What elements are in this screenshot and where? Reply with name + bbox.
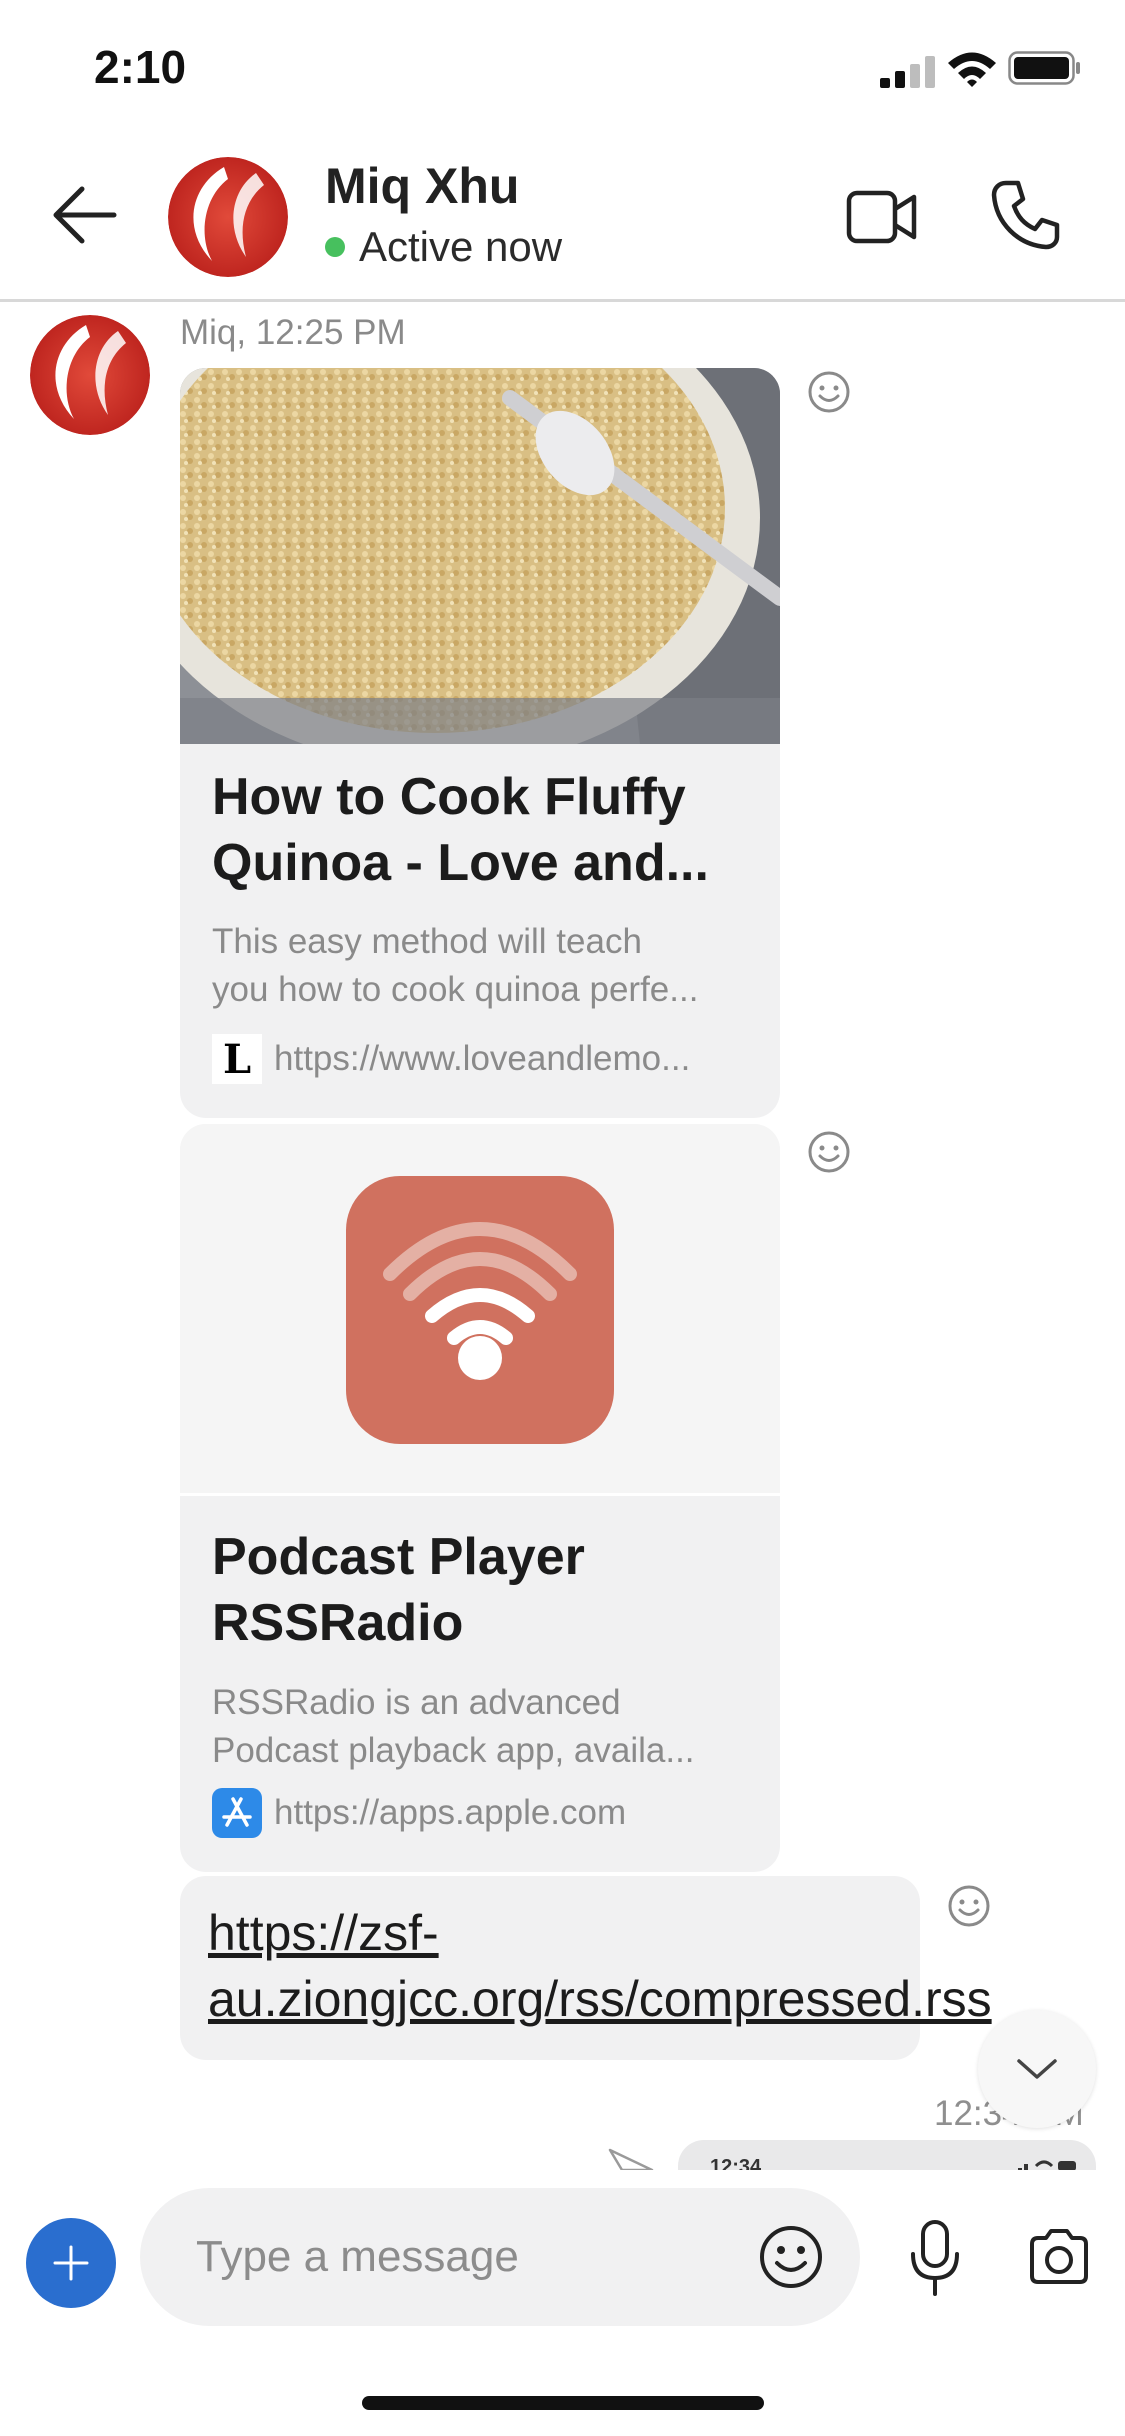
emoji-react-icon[interactable] [806,1129,852,1175]
presence-dot-icon [325,237,345,257]
status-bar: 2:10 [0,0,1125,135]
link-preview-card-quinoa[interactable]: How to Cook Fluffy Quinoa - Love and... … [180,368,780,1118]
card-url-text: https://www.loveandlemo... [274,1039,691,1078]
message-link[interactable]: https://zsf-au.ziongjcc.org/rss/compress… [208,1900,992,2032]
chevron-down-icon [1017,2059,1057,2079]
presence-label: Active now [359,223,563,270]
presence-status: Active now [325,223,562,271]
card-url-text: https://apps.apple.com [274,1793,627,1832]
avatar-logo-icon [168,157,288,277]
card-title: How to Cook Fluffy Quinoa - Love and... [212,768,709,892]
chat-header: Miq Xhu Active now [0,135,1125,302]
preview-image-app [180,1124,780,1496]
preview-image-quinoa [180,368,780,744]
contact-name: Miq Xhu [325,158,520,214]
sent-icon [608,2148,654,2172]
phone-icon[interactable] [990,179,1060,251]
sender-avatar[interactable] [30,315,150,435]
cellular-signal-icon [880,56,935,88]
card-url[interactable]: https://apps.apple.com [212,1788,626,1838]
contact-avatar[interactable] [168,157,288,277]
sender-meta: Miq, 12:25 PM [180,313,406,352]
card-title: Podcast Player RSSRadio [212,1528,585,1652]
battery-icon [1008,51,1080,85]
avatar-logo-icon [30,315,150,435]
emoji-react-icon[interactable] [806,369,852,415]
status-time: 2:10 [94,41,187,93]
add-attachment-button[interactable] [26,2218,116,2308]
message-input[interactable] [140,2188,860,2326]
link-preview-card-rssradio[interactable]: Podcast Player RSSRadio RSSRadio is an a… [180,1124,780,1872]
card-description: RSSRadio is an advanced Podcast playback… [212,1683,695,1770]
home-indicator[interactable] [362,2396,764,2410]
site-favicon-icon: L [212,1034,262,1084]
plus-icon [53,2245,89,2281]
app-store-icon [212,1788,262,1838]
camera-icon[interactable] [1026,2224,1092,2290]
microphone-icon[interactable] [908,2218,962,2298]
card-url[interactable]: L https://www.loveandlemo... [212,1034,690,1084]
scroll-to-bottom-button[interactable] [978,2010,1096,2128]
emoji-react-icon[interactable] [946,1883,992,1929]
back-arrow-icon[interactable] [44,175,124,255]
emoji-icon[interactable] [758,2224,824,2290]
wifi-icon [948,52,996,87]
message-bubble-link: https://zsf-au.ziongjcc.org/rss/compress… [180,1876,992,2060]
video-call-icon[interactable] [846,187,918,247]
card-description: This easy method will teach you how to c… [212,922,699,1009]
